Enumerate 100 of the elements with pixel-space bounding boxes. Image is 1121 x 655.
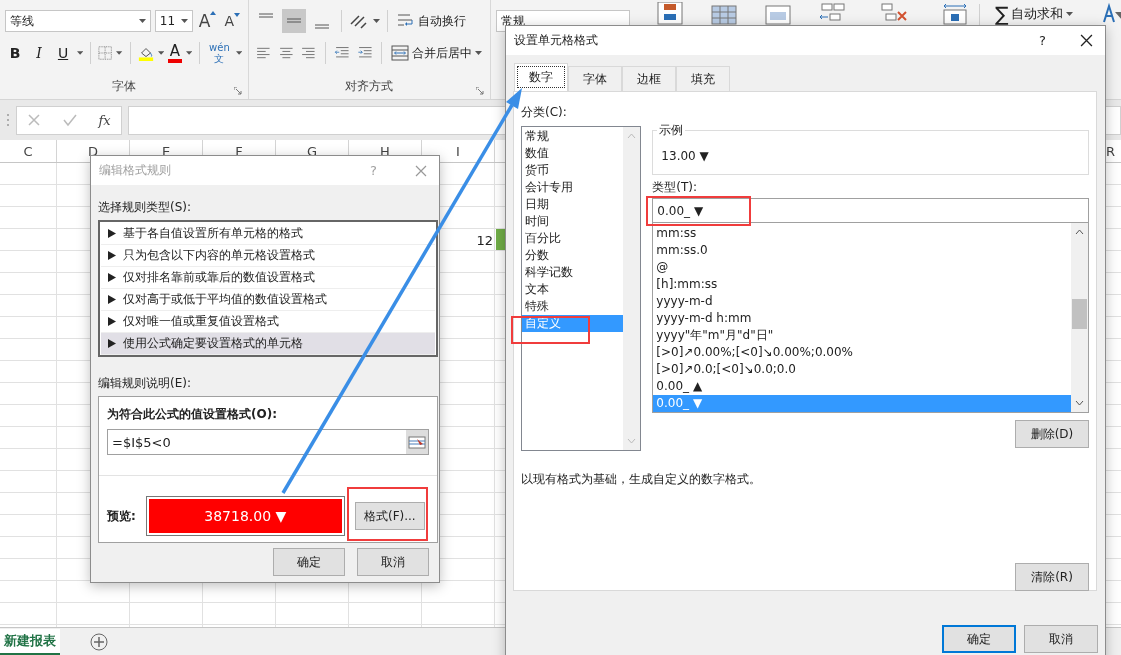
type-item[interactable]: [>0]↗0.0;[<0]↘0.0;0.0 bbox=[653, 361, 1071, 378]
rule-type-item[interactable]: 仅对高于或低于平均值的数值设置格式 bbox=[101, 289, 435, 311]
type-item[interactable]: yyyy"年"m"月"d"日" bbox=[653, 327, 1071, 344]
dialog-title: 设置单元格格式 bbox=[514, 32, 599, 49]
category-item[interactable]: 分数 bbox=[522, 247, 624, 264]
grow-font-button[interactable]: A bbox=[196, 11, 219, 31]
category-item[interactable]: 百分比 bbox=[522, 230, 624, 247]
triangle-icon bbox=[108, 273, 116, 282]
cell-value: 12 bbox=[476, 232, 493, 248]
group-label: 对齐方式 bbox=[345, 79, 393, 93]
scroll-thumb[interactable] bbox=[1072, 298, 1087, 329]
caret-icon bbox=[1066, 12, 1074, 16]
shrink-font-button[interactable]: A bbox=[222, 13, 242, 29]
scroll-up-icon[interactable] bbox=[1075, 229, 1084, 235]
font-name-box[interactable]: 等线 bbox=[5, 10, 151, 32]
rule-type-item[interactable]: 使用公式确定要设置格式的单元格 bbox=[101, 333, 435, 355]
caret-icon bbox=[235, 51, 242, 55]
category-item[interactable]: 特殊 bbox=[522, 298, 624, 315]
grip-icon bbox=[6, 113, 10, 127]
conditional-format-icon[interactable] bbox=[656, 2, 684, 26]
dialog-tab[interactable]: 边框 bbox=[622, 66, 676, 91]
field-label: 分类(C): bbox=[521, 104, 567, 120]
cancel-icon[interactable] bbox=[27, 113, 42, 127]
scroll-down-icon[interactable] bbox=[1075, 400, 1084, 406]
field-label: 预览: bbox=[107, 507, 136, 525]
type-item[interactable]: [h]:mm:ss bbox=[653, 276, 1071, 293]
format-button[interactable]: 格式(F)... bbox=[354, 502, 425, 530]
scrollbar[interactable] bbox=[1071, 223, 1088, 412]
caret-icon bbox=[138, 19, 146, 23]
caret-icon bbox=[373, 19, 380, 23]
dialog-button[interactable]: 取消 bbox=[1024, 625, 1098, 653]
text-orientation-icon[interactable] bbox=[349, 12, 369, 30]
type-item[interactable]: mm:ss.0 bbox=[653, 242, 1071, 259]
table-format-icon[interactable] bbox=[710, 2, 738, 26]
triangle-icon bbox=[108, 339, 116, 348]
caret-icon bbox=[77, 51, 84, 55]
dialog-tab[interactable]: 字体 bbox=[568, 66, 622, 91]
caret-icon bbox=[186, 51, 193, 55]
rule-type-item[interactable]: 基于各自值设置所有单元格的格式 bbox=[101, 223, 435, 245]
arrow-up-icon bbox=[210, 11, 217, 15]
category-item[interactable]: 货币 bbox=[522, 162, 624, 179]
field-label: 编辑规则说明(E): bbox=[98, 375, 191, 391]
text-style-button[interactable]: U bbox=[53, 45, 74, 61]
border-icon[interactable] bbox=[98, 45, 113, 61]
insert-function-button[interactable]: fx bbox=[98, 112, 111, 128]
phonetic-button[interactable]: wén 文 bbox=[207, 42, 232, 64]
category-item[interactable]: 日期 bbox=[522, 196, 624, 213]
clear-button[interactable]: 清除(R) bbox=[1015, 563, 1089, 591]
text-style-button[interactable]: I bbox=[29, 45, 50, 61]
dialog-button[interactable]: 确定 bbox=[942, 625, 1016, 653]
group-label: 示例 bbox=[657, 122, 686, 139]
wrap-text-button[interactable]: 自动换行 bbox=[395, 12, 468, 30]
field-label: 选择规则类型(S): bbox=[98, 199, 192, 215]
type-item[interactable]: 0.00_ ▲ bbox=[653, 378, 1071, 395]
category-item[interactable]: 数值 bbox=[522, 145, 624, 162]
category-item[interactable]: 会计专用 bbox=[522, 179, 624, 196]
help-button[interactable]: ? bbox=[1039, 33, 1046, 48]
field-label: 类型(T): bbox=[652, 179, 698, 195]
category-item[interactable]: 时间 bbox=[522, 213, 624, 230]
dialog-button[interactable]: 取消 bbox=[357, 548, 429, 576]
arrow-down-icon bbox=[234, 13, 240, 17]
rule-type-item[interactable]: 只为包含以下内容的单元格设置格式 bbox=[101, 245, 435, 267]
dialog-title: 编辑格式规则 bbox=[99, 162, 172, 179]
dialog-tab[interactable]: 数字 bbox=[514, 63, 568, 91]
rule-type-item[interactable]: 仅对排名靠前或靠后的数值设置格式 bbox=[101, 267, 435, 289]
category-item[interactable]: 文本 bbox=[522, 281, 624, 298]
delete-button[interactable]: 删除(D) bbox=[1015, 420, 1089, 448]
dialog-tab[interactable]: 填充 bbox=[676, 66, 730, 91]
caret-icon bbox=[180, 19, 188, 23]
dialog-button[interactable]: 确定 bbox=[273, 548, 345, 576]
type-field[interactable]: 0.00_ ▼ bbox=[652, 198, 1089, 223]
type-item[interactable]: [>0]↗0.00%;[<0]↘0.00%;0.00% bbox=[653, 344, 1071, 361]
type-item[interactable]: @ bbox=[653, 259, 1071, 276]
category-item[interactable]: 科学记数 bbox=[522, 264, 624, 281]
type-item[interactable]: yyyy-m-d h:mm bbox=[653, 310, 1071, 327]
add-sheet-icon[interactable] bbox=[90, 632, 108, 651]
type-item[interactable]: mm:ss bbox=[653, 225, 1071, 242]
column-header[interactable]: R bbox=[1106, 140, 1121, 162]
type-item[interactable]: yyyy-m-d bbox=[653, 293, 1071, 310]
cell-style-icon[interactable] bbox=[764, 2, 792, 26]
text-style-button[interactable]: B bbox=[5, 45, 25, 61]
font-size-box[interactable]: 11 bbox=[154, 10, 193, 32]
category-item[interactable]: 常规 bbox=[522, 128, 624, 145]
sample-value: 13.00 ▼ bbox=[661, 148, 709, 163]
dialog-launcher-icon[interactable] bbox=[476, 87, 484, 95]
triangle-icon bbox=[108, 317, 116, 326]
merge-center-button[interactable]: 合并后居中 bbox=[389, 44, 484, 62]
column-header[interactable]: C bbox=[0, 140, 57, 162]
dialog-launcher-icon[interactable] bbox=[234, 87, 242, 95]
group-label: 字体 bbox=[111, 79, 136, 93]
font-color-button[interactable]: A bbox=[167, 43, 182, 63]
format-preview: 38718.00 ▼ bbox=[148, 499, 342, 533]
close-icon[interactable] bbox=[1080, 34, 1093, 47]
format-description: 以现有格式为基础，生成自定义的数字格式。 bbox=[521, 471, 761, 487]
triangle-icon bbox=[108, 229, 116, 238]
sheet-tab[interactable]: 新建报表 bbox=[0, 628, 60, 655]
merge-cells-icon bbox=[391, 45, 409, 61]
vertical-align-icon[interactable] bbox=[282, 9, 306, 33]
check-icon[interactable] bbox=[61, 113, 78, 127]
triangle-icon bbox=[108, 295, 116, 304]
